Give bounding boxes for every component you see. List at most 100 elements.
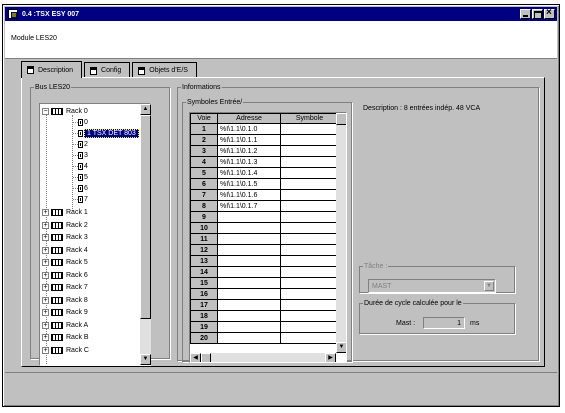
- table-row[interactable]: 15: [190, 277, 339, 289]
- tree-node-rack[interactable]: + Rack 4: [42, 245, 88, 256]
- expand-icon[interactable]: +: [42, 221, 49, 229]
- table-row[interactable]: 1 %I\1.1\0.1.0: [190, 123, 339, 135]
- table-row[interactable]: 8 %I\1.1\0.1.7: [190, 200, 339, 212]
- table-vertical-scrollbar[interactable]: ▼: [336, 113, 346, 353]
- expand-icon[interactable]: +: [42, 209, 49, 216]
- table-row[interactable]: 4 %I\1.1\0.1.3: [190, 156, 339, 168]
- address-cell[interactable]: [217, 266, 281, 278]
- tree-node-rack[interactable]: + Rack 8: [42, 295, 88, 306]
- task-combo[interactable]: MAST ▼: [368, 279, 496, 293]
- address-cell[interactable]: [217, 310, 281, 322]
- symbol-cell[interactable]: [280, 310, 339, 322]
- symbol-cell[interactable]: [280, 321, 339, 333]
- table-row[interactable]: 5 %I\1.1\0.1.4: [190, 167, 339, 179]
- tree-node-rack[interactable]: + Rack 2: [42, 220, 88, 231]
- table-row[interactable]: 10: [190, 222, 339, 234]
- tree-node-rack[interactable]: + Rack 3: [42, 232, 88, 243]
- expand-icon[interactable]: +: [42, 284, 49, 291]
- table-row[interactable]: 6 %I\1.1\0.1.5: [190, 178, 339, 190]
- minimize-button[interactable]: [520, 9, 531, 19]
- expand-icon[interactable]: +: [42, 334, 49, 341]
- table-row[interactable]: 9: [190, 211, 339, 223]
- symbol-cell[interactable]: [280, 244, 339, 256]
- maximize-button[interactable]: [532, 9, 543, 19]
- tree-node-rack-0[interactable]: − Rack 0: [42, 106, 88, 117]
- tree-node-rack[interactable]: + Rack 6: [42, 270, 88, 281]
- symbol-cell[interactable]: [280, 167, 339, 179]
- address-cell[interactable]: [217, 277, 281, 289]
- table-horizontal-scrollbar[interactable]: ◀ ▶: [190, 353, 336, 362]
- table-row[interactable]: 11: [190, 233, 339, 245]
- table-row[interactable]: 13: [190, 255, 339, 267]
- address-cell[interactable]: %I\1.1\0.1.6: [217, 189, 281, 201]
- address-cell[interactable]: [217, 288, 281, 300]
- address-cell[interactable]: [217, 332, 281, 344]
- table-row[interactable]: 14: [190, 266, 339, 278]
- symbol-cell[interactable]: [280, 189, 339, 201]
- address-cell[interactable]: %I\1.1\0.1.4: [217, 167, 281, 179]
- scroll-thumb[interactable]: [336, 113, 346, 125]
- symbol-cell[interactable]: [280, 299, 339, 311]
- address-cell[interactable]: %I\1.1\0.1.5: [217, 178, 281, 190]
- expand-icon[interactable]: +: [42, 259, 49, 266]
- tree-node-slot[interactable]: 2: [73, 139, 88, 150]
- address-cell[interactable]: [217, 321, 281, 333]
- tree-node-rack[interactable]: + Rack 5: [42, 257, 88, 268]
- address-cell[interactable]: [217, 244, 281, 256]
- address-cell[interactable]: %I\1.1\0.1.3: [217, 156, 281, 168]
- scroll-thumb[interactable]: [201, 353, 211, 362]
- scroll-thumb[interactable]: [140, 115, 151, 319]
- tab-description[interactable]: Description: [21, 61, 83, 78]
- symbol-cell[interactable]: [280, 233, 339, 245]
- symbol-cell[interactable]: [280, 222, 339, 234]
- address-cell[interactable]: %I\1.1\0.1.1: [217, 134, 281, 146]
- expand-icon[interactable]: +: [42, 321, 49, 329]
- symbol-cell[interactable]: [280, 134, 339, 146]
- symbol-cell[interactable]: [280, 332, 339, 344]
- expand-icon[interactable]: +: [42, 346, 49, 354]
- tree-node-slot[interactable]: 0: [73, 117, 88, 128]
- rack-tree[interactable]: − Rack 0 0 1 TSX DET 803 2 3 4 5 6 7 + R…: [39, 103, 151, 366]
- scroll-up-icon[interactable]: ▲: [140, 104, 151, 115]
- address-cell[interactable]: %I\1.1\0.1.7: [217, 200, 281, 212]
- symbol-cell[interactable]: [280, 211, 339, 223]
- table-row[interactable]: 20: [190, 332, 339, 344]
- symbol-cell[interactable]: [280, 266, 339, 278]
- expand-icon[interactable]: +: [42, 246, 49, 254]
- tree-node-slot-selected[interactable]: 1 TSX DET 803: [73, 128, 139, 139]
- table-row[interactable]: 2 %I\1.1\0.1.1: [190, 134, 339, 146]
- table-row[interactable]: 7 %I\1.1\0.1.6: [190, 189, 339, 201]
- tree-vertical-scrollbar[interactable]: ▲ ▼: [140, 104, 151, 365]
- tree-node-rack[interactable]: + Rack 9: [42, 307, 88, 318]
- table-row[interactable]: 3 %I\1.1\0.1.2: [190, 145, 339, 157]
- tree-node-slot[interactable]: 3: [73, 150, 88, 161]
- symbol-cell[interactable]: [280, 255, 339, 267]
- expand-icon[interactable]: +: [42, 296, 49, 304]
- symbol-cell[interactable]: [280, 156, 339, 168]
- table-row[interactable]: 17: [190, 299, 339, 311]
- table-row[interactable]: 18: [190, 310, 339, 322]
- address-cell[interactable]: [217, 233, 281, 245]
- table-row[interactable]: 16: [190, 288, 339, 300]
- scroll-left-icon[interactable]: ◀: [190, 353, 201, 362]
- tab-io-objects[interactable]: Objets d'E/S: [132, 62, 197, 78]
- tree-node-rack[interactable]: + Rack A: [42, 320, 88, 331]
- close-button[interactable]: [544, 7, 555, 19]
- tree-node-rack[interactable]: + Rack B: [42, 332, 89, 343]
- address-cell[interactable]: %I\1.1\0.1.2: [217, 145, 281, 157]
- tree-node-slot[interactable]: 4: [73, 161, 88, 172]
- symbol-cell[interactable]: [280, 277, 339, 289]
- symbol-cell[interactable]: [280, 200, 339, 212]
- symbol-cell[interactable]: [280, 123, 339, 135]
- expand-icon[interactable]: +: [42, 271, 49, 279]
- address-cell[interactable]: [217, 255, 281, 267]
- expand-icon[interactable]: +: [42, 234, 49, 241]
- collapse-icon[interactable]: −: [42, 108, 49, 115]
- symbol-cell[interactable]: [280, 288, 339, 300]
- address-cell[interactable]: [217, 211, 281, 223]
- expand-icon[interactable]: +: [42, 309, 49, 316]
- symbol-cell[interactable]: [280, 145, 339, 157]
- tree-node-rack[interactable]: + Rack 1: [42, 207, 88, 218]
- title-bar[interactable]: 0.4 :TSX ESY 007: [5, 7, 557, 21]
- tab-config[interactable]: Config: [84, 62, 131, 78]
